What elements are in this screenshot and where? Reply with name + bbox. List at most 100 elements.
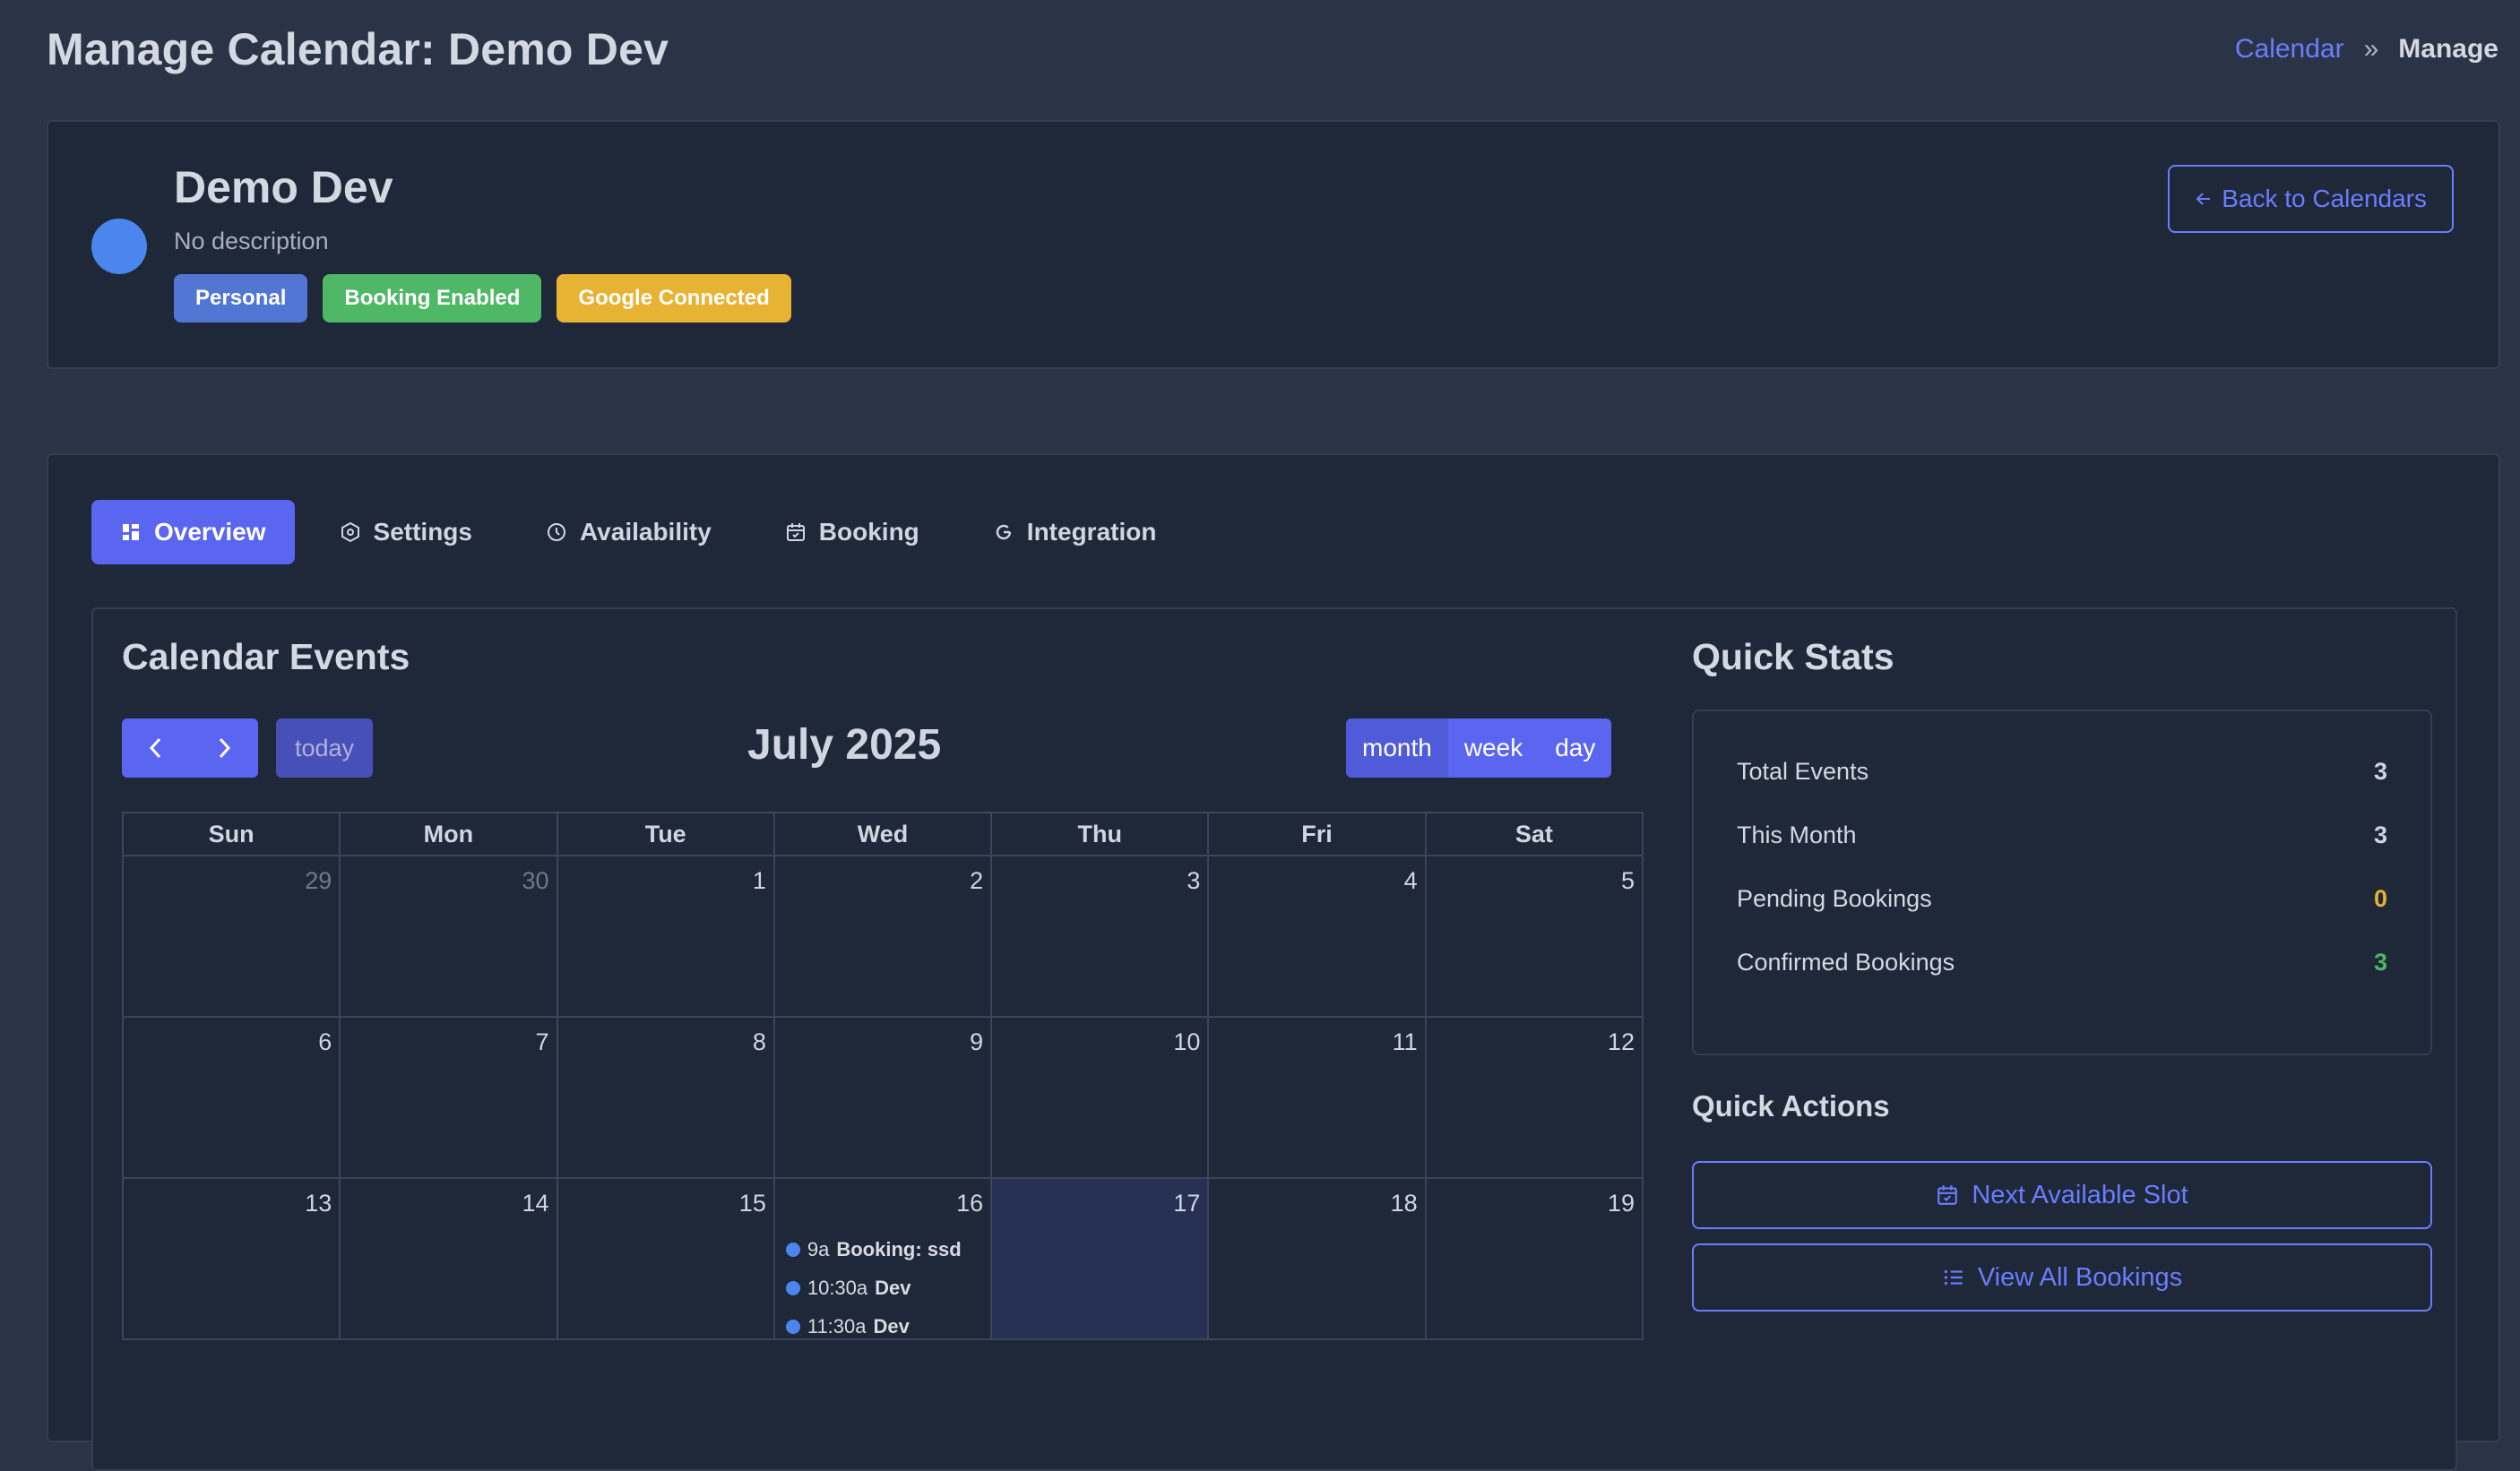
stat-label: This Month: [1737, 822, 1857, 848]
week-row: 29 30 1 2 3 4 5: [124, 856, 1644, 1018]
day-cell[interactable]: 2: [774, 856, 993, 1018]
day-cell[interactable]: 4: [1209, 856, 1427, 1018]
quick-actions-title: Quick Actions: [1692, 1089, 1890, 1123]
today-button[interactable]: today: [276, 718, 373, 778]
day-cell[interactable]: 5: [1426, 856, 1644, 1018]
dashboard-icon: [123, 524, 139, 540]
tab-availability[interactable]: Availability: [517, 500, 740, 564]
day-cell[interactable]: 9: [774, 1018, 993, 1179]
next-month-button[interactable]: [190, 718, 258, 778]
day-number: 2: [970, 867, 984, 894]
stat-label: Total Events: [1737, 758, 1869, 785]
badge-booking-enabled: Booking Enabled: [323, 274, 542, 323]
breadcrumb-separator: »: [2363, 34, 2379, 64]
tab-bar: Overview Settings Availability Booking I…: [91, 500, 1185, 564]
month-grid: Sun Mon Tue Wed Thu Fri Sat 29 30 1 2 3 …: [122, 812, 1644, 1340]
arrow-left-icon: [2196, 193, 2211, 205]
tab-label: Availability: [580, 518, 712, 546]
day-cell[interactable]: 14: [341, 1179, 558, 1340]
back-to-calendars-button[interactable]: Back to Calendars: [2168, 165, 2454, 233]
view-all-label: View All Bookings: [1977, 1262, 2183, 1292]
day-cell[interactable]: 30: [341, 856, 558, 1018]
day-cell[interactable]: 1: [557, 856, 775, 1018]
event-dot: [785, 1281, 800, 1295]
day-cell[interactable]: 19: [1426, 1179, 1644, 1340]
event-time: 9a: [807, 1238, 830, 1260]
tab-booking[interactable]: Booking: [756, 500, 948, 564]
day-number: 29: [305, 867, 332, 894]
tab-settings[interactable]: Settings: [311, 500, 501, 564]
day-cell[interactable]: 18: [1209, 1179, 1427, 1340]
calendar-event[interactable]: 11:30a Dev: [785, 1315, 910, 1338]
calendar-check-icon: [786, 523, 805, 541]
day-cell[interactable]: 3: [992, 856, 1210, 1018]
view-all-bookings-button[interactable]: View All Bookings: [1692, 1243, 2432, 1312]
stat-label: Pending Bookings: [1737, 885, 1932, 912]
tab-overview[interactable]: Overview: [91, 500, 295, 564]
day-cell[interactable]: 29: [124, 856, 341, 1018]
event-title: Dev: [875, 1277, 911, 1299]
breadcrumb-calendar-link[interactable]: Calendar: [2235, 34, 2344, 65]
day-number: 16: [956, 1190, 984, 1217]
stat-value: 3: [2373, 822, 2387, 848]
event-time: 10:30a: [807, 1277, 868, 1299]
quick-stats-title: Quick Stats: [1692, 636, 1894, 677]
day-number: 15: [738, 1190, 766, 1217]
event-title: Dev: [873, 1315, 910, 1338]
day-cell[interactable]: 13: [124, 1179, 341, 1340]
badge-list: Personal Booking Enabled Google Connecte…: [174, 274, 791, 323]
day-cell[interactable]: 7: [341, 1018, 558, 1179]
week-row: 13 14 15 16 9a Booking: ssd 10:30a Dev 1…: [124, 1179, 1644, 1340]
calendar-nav: [122, 718, 258, 778]
view-week-button[interactable]: week: [1447, 718, 1540, 778]
day-number: 4: [1403, 867, 1418, 894]
calendar-header-card: Demo Dev No description Personal Booking…: [47, 120, 2500, 369]
calendar-event[interactable]: 10:30a Dev: [785, 1277, 911, 1300]
tab-integration[interactable]: Integration: [964, 500, 1186, 564]
day-cell[interactable]: 6: [124, 1018, 341, 1179]
weekday-header: Thu: [992, 813, 1210, 856]
weekday-header: Wed: [774, 813, 993, 856]
calendar-name: Demo Dev: [174, 162, 393, 212]
day-number: 6: [318, 1028, 332, 1055]
back-button-label: Back to Calendars: [2222, 185, 2427, 212]
overview-panel: Calendar Events today July 2025 month we…: [91, 607, 2457, 1471]
view-switcher: month week day: [1346, 718, 1612, 778]
breadcrumb: Calendar » Manage: [2235, 34, 2498, 65]
badge-personal: Personal: [174, 274, 308, 323]
stat-value: 3: [2373, 758, 2387, 785]
day-number: 18: [1390, 1190, 1418, 1217]
breadcrumb-current: Manage: [2398, 34, 2498, 64]
day-cell[interactable]: 11: [1209, 1018, 1427, 1179]
day-number: 1: [752, 867, 766, 894]
prev-month-button[interactable]: [122, 718, 190, 778]
chevron-left-icon: [149, 737, 161, 759]
day-number: 9: [970, 1028, 984, 1055]
weekday-header: Mon: [341, 813, 558, 856]
day-cell[interactable]: 10: [992, 1018, 1210, 1179]
gear-icon: [341, 521, 359, 543]
day-number: 12: [1607, 1028, 1635, 1055]
stat-value: 3: [2373, 949, 2387, 976]
day-cell[interactable]: 15: [557, 1179, 775, 1340]
tab-label: Integration: [1026, 518, 1157, 546]
event-dot: [785, 1320, 800, 1334]
view-month-button[interactable]: month: [1346, 718, 1448, 778]
view-day-button[interactable]: day: [1539, 718, 1612, 778]
day-number: 19: [1607, 1190, 1635, 1217]
weekday-header: Tue: [557, 813, 775, 856]
list-icon: [1944, 1269, 1963, 1286]
day-number: 3: [1187, 867, 1201, 894]
day-cell-today[interactable]: 17: [992, 1179, 1210, 1340]
next-available-slot-button[interactable]: Next Available Slot: [1692, 1161, 2432, 1229]
calendar-event[interactable]: 9a Booking: ssd: [785, 1238, 962, 1261]
day-cell[interactable]: 8: [557, 1018, 775, 1179]
day-cell[interactable]: 12: [1426, 1018, 1644, 1179]
event-title: Booking: ssd: [836, 1238, 962, 1260]
day-number: 17: [1173, 1190, 1201, 1217]
day-cell[interactable]: 16 9a Booking: ssd 10:30a Dev 11:30a Dev: [774, 1179, 993, 1340]
weekday-header: Sat: [1426, 813, 1644, 856]
month-title: July 2025: [747, 721, 942, 769]
stat-pending-bookings: Pending Bookings 0: [1737, 885, 2387, 913]
event-time: 11:30a: [807, 1315, 867, 1338]
